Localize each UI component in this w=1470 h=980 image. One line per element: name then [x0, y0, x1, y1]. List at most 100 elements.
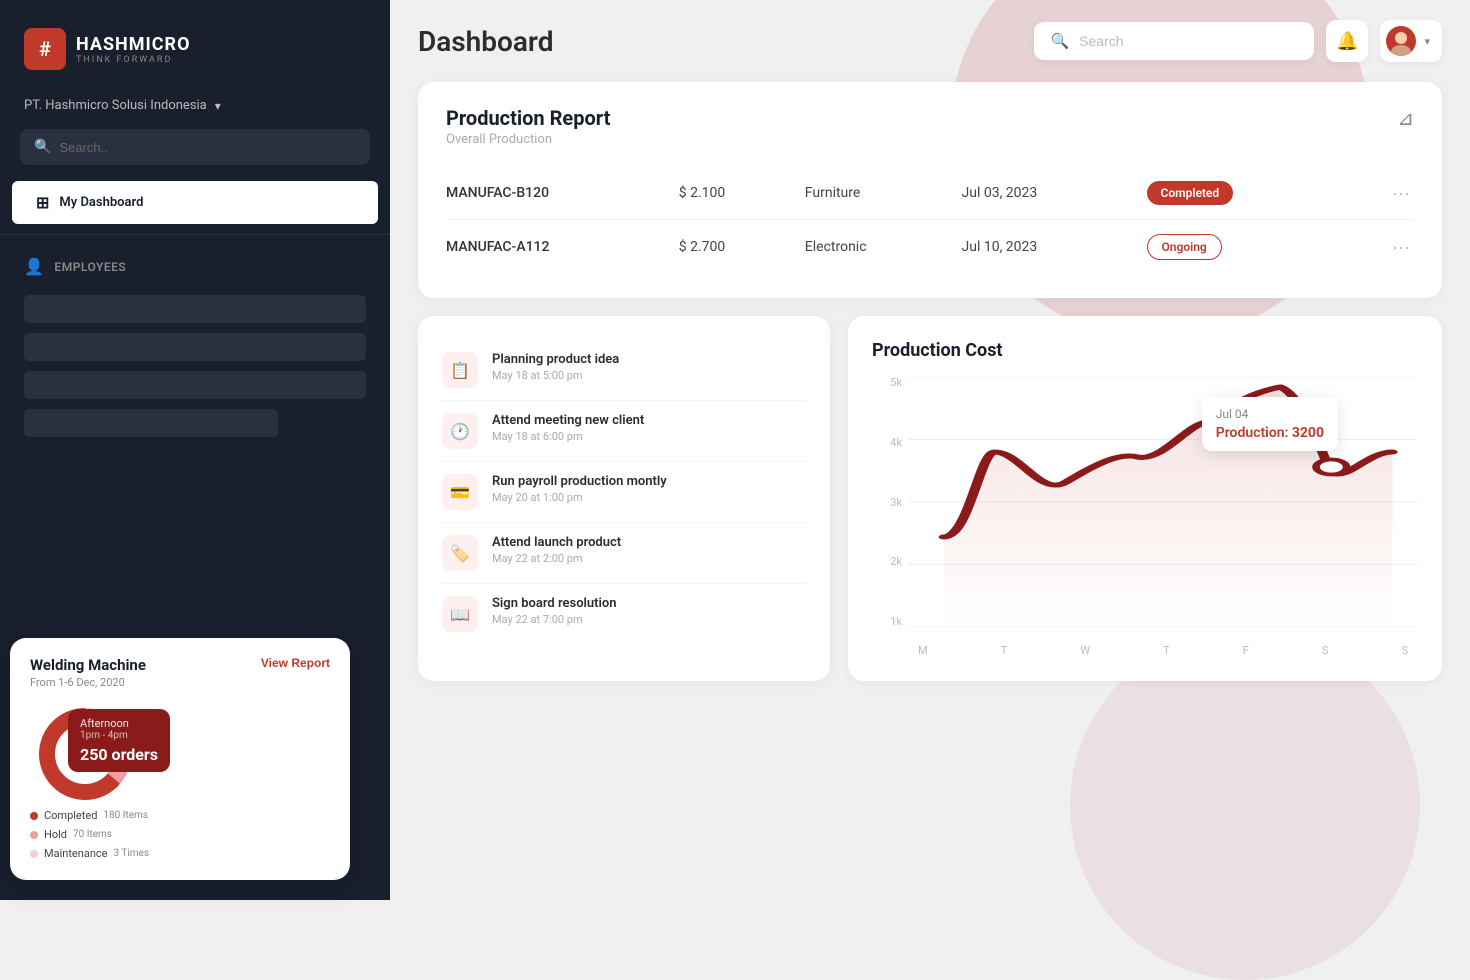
row-actions-1: ···: [1345, 167, 1414, 220]
row-menu-button-1[interactable]: ···: [1388, 183, 1414, 204]
page-title: Dashboard: [418, 25, 554, 58]
legend-list: Completed 180 Items Hold 70 Items Mainte…: [30, 809, 330, 860]
legend-item-hold: Hold 70 Items: [30, 828, 330, 841]
legend-dot-hold: [30, 831, 38, 839]
activity-card: 📋 Planning product idea May 18 at 5:00 p…: [418, 316, 830, 681]
employees-icon: 👤: [24, 257, 44, 276]
tooltip-label: Production:: [1216, 425, 1292, 441]
legend-dot-completed: [30, 812, 38, 820]
activity-title: Sign board resolution: [492, 596, 617, 611]
logo-tagline: THINK FORWARD: [76, 55, 191, 65]
y-axis-label: 3k: [890, 497, 902, 508]
row-category-1: Furniture: [797, 167, 954, 220]
view-report-button[interactable]: View Report: [261, 656, 330, 670]
row-date-2: Jul 10, 2023: [954, 220, 1139, 275]
welding-header: Welding Machine From 1-6 Dec, 2020 View …: [30, 656, 330, 689]
sidebar-logo: # HASHMICRO THINK FORWARD: [0, 0, 390, 90]
chart-title: Production Cost: [872, 340, 1418, 361]
chart-y-axis: 5k4k3k2k1k: [872, 377, 902, 627]
x-axis-label: T: [1001, 644, 1008, 657]
x-axis-label: T: [1163, 644, 1170, 657]
legend-value-completed: 180 Items: [103, 810, 148, 821]
activity-icon: 💳: [442, 474, 478, 510]
legend-value-maintenance: 3 Times: [114, 848, 150, 859]
legend-dot-maintenance: [30, 850, 38, 858]
row-actions-2: ···: [1345, 220, 1414, 275]
nav-skeleton-3: [24, 371, 366, 399]
sidebar: # HASHMICRO THINK FORWARD PT. Hashmicro …: [0, 0, 390, 900]
top-bar: Dashboard 🔍 🔔 ▾: [418, 20, 1442, 62]
tooltip-time: Afternoon: [80, 717, 158, 730]
activity-text: Run payroll production montly May 20 at …: [492, 474, 667, 504]
y-axis-label: 5k: [890, 377, 902, 388]
company-selector[interactable]: PT. Hashmicro Solusi Indonesia ▾: [0, 90, 390, 129]
row-status-2: Ongoing: [1139, 220, 1346, 275]
user-chevron-icon: ▾: [1424, 35, 1430, 48]
chart-tooltip: Jul 04 Production: 3200: [1202, 397, 1338, 451]
legend-label-hold: Hold: [44, 828, 67, 841]
top-actions: 🔍 🔔 ▾: [1034, 20, 1442, 62]
welding-subtitle: From 1-6 Dec, 2020: [30, 676, 146, 689]
chart-x-axis: MTWTFSS: [908, 644, 1418, 657]
main-search-bar[interactable]: 🔍: [1034, 22, 1314, 60]
table-row: MANUFAC-B120 $ 2.100 Furniture Jul 03, 2…: [446, 167, 1414, 220]
status-badge-completed: Completed: [1147, 181, 1234, 205]
status-badge-ongoing: Ongoing: [1147, 234, 1222, 260]
search-bar-icon: 🔍: [1050, 32, 1069, 50]
activity-item: 📋 Planning product idea May 18 at 5:00 p…: [442, 340, 806, 401]
row-id-1: MANUFAC-B120: [446, 167, 671, 220]
donut-tooltip: Afternoon 1pm - 4pm 250 orders: [68, 709, 170, 772]
row-id-2: MANUFAC-A112: [446, 220, 671, 275]
nav-skeleton-1: [24, 295, 366, 323]
activity-date: May 22 at 2:00 pm: [492, 552, 621, 565]
company-name: PT. Hashmicro Solusi Indonesia: [24, 98, 207, 113]
report-subtitle: Overall Production: [446, 132, 610, 147]
sidebar-search-bar[interactable]: 🔍: [20, 129, 370, 165]
user-menu-button[interactable]: ▾: [1380, 20, 1442, 62]
chevron-down-icon: ▾: [215, 99, 221, 113]
welding-card: Welding Machine From 1-6 Dec, 2020 View …: [10, 638, 350, 880]
x-axis-label: S: [1401, 644, 1408, 657]
logo-name: HASHMICRO: [76, 34, 191, 55]
activity-date: May 18 at 5:00 pm: [492, 369, 619, 382]
activity-item: 🕐 Attend meeting new client May 18 at 6:…: [442, 401, 806, 462]
activity-date: May 22 at 7:00 pm: [492, 613, 617, 626]
welding-content: Afternoon 1pm - 4pm 250 orders: [30, 699, 330, 809]
logo-text: HASHMICRO THINK FORWARD: [76, 34, 191, 65]
bottom-cards: 📋 Planning product idea May 18 at 5:00 p…: [418, 316, 1442, 681]
nav-skeleton-4: [24, 409, 278, 437]
sidebar-item-dashboard[interactable]: ⊞ My Dashboard: [12, 181, 378, 224]
row-menu-button-2[interactable]: ···: [1388, 237, 1414, 258]
chart-area: 5k4k3k2k1k: [872, 377, 1418, 657]
row-category-2: Electronic: [797, 220, 954, 275]
tooltip-range: 1pm - 4pm: [80, 730, 158, 741]
report-header: Production Report Overall Production ⊿: [446, 106, 1414, 147]
legend-item-maintenance: Maintenance 3 Times: [30, 847, 330, 860]
row-date-1: Jul 03, 2023: [954, 167, 1139, 220]
activity-icon: 🏷️: [442, 535, 478, 571]
activity-date: May 18 at 6:00 pm: [492, 430, 644, 443]
chart-svg-wrapper: [908, 377, 1418, 627]
activity-text: Attend meeting new client May 18 at 6:00…: [492, 413, 644, 443]
notifications-button[interactable]: 🔔: [1326, 20, 1368, 62]
y-axis-label: 1k: [890, 616, 902, 627]
y-axis-label: 4k: [890, 437, 902, 448]
activity-icon: 📖: [442, 596, 478, 632]
legend-label-completed: Completed: [44, 809, 97, 822]
sidebar-divider: [0, 234, 390, 235]
filter-button[interactable]: ⊿: [1397, 106, 1414, 131]
tooltip-date: Jul 04: [1216, 407, 1324, 421]
sidebar-search-input[interactable]: [59, 140, 356, 155]
production-table: MANUFAC-B120 $ 2.100 Furniture Jul 03, 2…: [446, 167, 1414, 274]
nav-skeleton-2: [24, 333, 366, 361]
main-search-input[interactable]: [1079, 33, 1298, 49]
x-axis-label: F: [1243, 644, 1249, 657]
legend-item-completed: Completed 180 Items: [30, 809, 330, 822]
activity-title: Run payroll production montly: [492, 474, 667, 489]
x-axis-label: S: [1322, 644, 1329, 657]
donut-chart: Afternoon 1pm - 4pm 250 orders: [30, 699, 140, 809]
user-avatar: [1386, 26, 1416, 56]
row-amount-2: $ 2.700: [671, 220, 797, 275]
activity-item: 🏷️ Attend launch product May 22 at 2:00 …: [442, 523, 806, 584]
activity-title: Attend meeting new client: [492, 413, 644, 428]
